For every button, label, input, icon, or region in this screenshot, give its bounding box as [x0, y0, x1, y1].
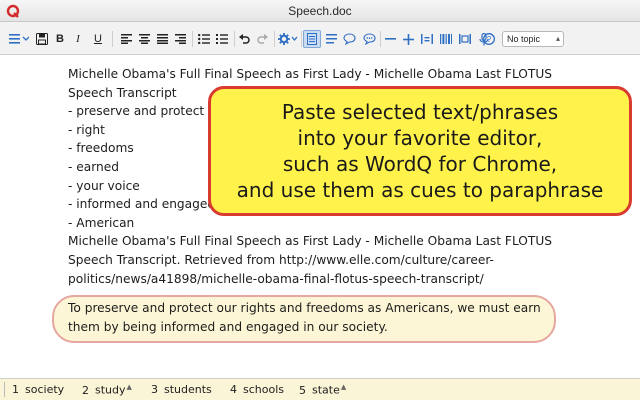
- undo-icon[interactable]: [236, 30, 252, 48]
- prediction-item-1[interactable]: 1 society: [12, 383, 64, 396]
- speech-bubble-icon[interactable]: [341, 30, 357, 48]
- callout-line: into your favorite editor,: [297, 126, 543, 150]
- callout-box: Paste selected text/phrases into your fa…: [208, 86, 632, 216]
- prediction-marker-icon: ▲: [340, 383, 347, 391]
- document-line: Speech Transcript. Retrieved from http:/…: [68, 252, 494, 267]
- prediction-number: 3: [151, 383, 158, 396]
- bold-label: B: [56, 33, 64, 45]
- highlighted-paragraph[interactable]: To preserve and protect our rights and f…: [68, 299, 554, 336]
- prediction-word: study: [95, 383, 126, 397]
- underline-icon[interactable]: U: [90, 30, 106, 48]
- document-line: Michelle Obama's Full Final Speech as Fi…: [68, 234, 552, 249]
- prediction-number: 4: [230, 383, 237, 396]
- numbered-list-icon[interactable]: [214, 30, 230, 48]
- prediction-item-5[interactable]: 5 state▲: [299, 383, 346, 397]
- bullet-list-icon[interactable]: [196, 30, 212, 48]
- save-icon[interactable]: [34, 30, 50, 48]
- prediction-word: students: [164, 383, 212, 396]
- callout-line: Paste selected text/phrases: [281, 100, 559, 124]
- italic-label: I: [76, 33, 80, 45]
- align-center-icon[interactable]: [136, 30, 152, 48]
- prediction-marker-icon: ▲: [126, 383, 132, 391]
- align-justify-icon[interactable]: [154, 30, 170, 48]
- minus-icon[interactable]: [382, 30, 398, 48]
- italic-icon[interactable]: I: [70, 30, 86, 48]
- bold-icon[interactable]: B: [52, 30, 68, 48]
- highlighted-line: To preserve and protect our rights and f…: [68, 301, 541, 315]
- barcode-icon[interactable]: [438, 30, 454, 48]
- topic-select-value: No topic: [507, 34, 541, 44]
- settings-icon[interactable]: [277, 30, 299, 48]
- columns-icon[interactable]: [457, 30, 473, 48]
- document-line: Michelle Obama's Full Final Speech as Fi…: [68, 67, 552, 81]
- word-prediction-bar: 1 society 2 study▲ 3 students 4 schools 5 sta…: [0, 378, 640, 400]
- svg-text:?: ?: [487, 35, 492, 44]
- prediction-item-3[interactable]: 3 students: [151, 383, 212, 396]
- prediction-number: 5: [299, 383, 306, 397]
- align-left-icon[interactable]: [118, 30, 134, 48]
- title-bar: Speech.doc: [0, 0, 640, 22]
- document-line: politics/news/a41898/michelle-obama-fina…: [68, 271, 484, 286]
- chat-bubble-icon[interactable]: [361, 30, 377, 48]
- align-right-icon[interactable]: [172, 30, 188, 48]
- highlighted-line: them by being informed and engaged in ou…: [68, 319, 388, 334]
- select-caret-icon: ▴: [555, 34, 560, 43]
- prediction-item-4[interactable]: 4 schools: [230, 383, 284, 396]
- callout-text: Paste selected text/phrases into your fa…: [237, 99, 604, 203]
- prediction-divider: [4, 382, 5, 397]
- bar-spacing-icon[interactable]: [419, 30, 435, 48]
- prediction-word: state: [312, 383, 340, 397]
- menu-icon[interactable]: [8, 30, 30, 48]
- prediction-word: society: [25, 383, 65, 396]
- prediction-number: 1: [12, 383, 19, 396]
- help-icon[interactable]: ?: [483, 33, 495, 45]
- plus-icon[interactable]: [400, 30, 416, 48]
- window-title: Speech.doc: [288, 4, 352, 18]
- document-line: - American: [68, 215, 135, 230]
- callout-line: such as WordQ for Chrome,: [282, 152, 558, 176]
- prediction-item-2[interactable]: 2 study▲: [82, 383, 132, 397]
- callout-line: and use them as cues to paraphrase: [236, 178, 604, 202]
- underline-label: U: [94, 33, 102, 45]
- align-lines-icon[interactable]: [323, 30, 339, 48]
- topic-select[interactable]: No topic ▴: [502, 31, 564, 47]
- prediction-number: 2: [82, 383, 89, 397]
- redo-icon[interactable]: [254, 30, 270, 48]
- prediction-word: schools: [243, 383, 284, 396]
- document-view-icon[interactable]: [303, 30, 321, 48]
